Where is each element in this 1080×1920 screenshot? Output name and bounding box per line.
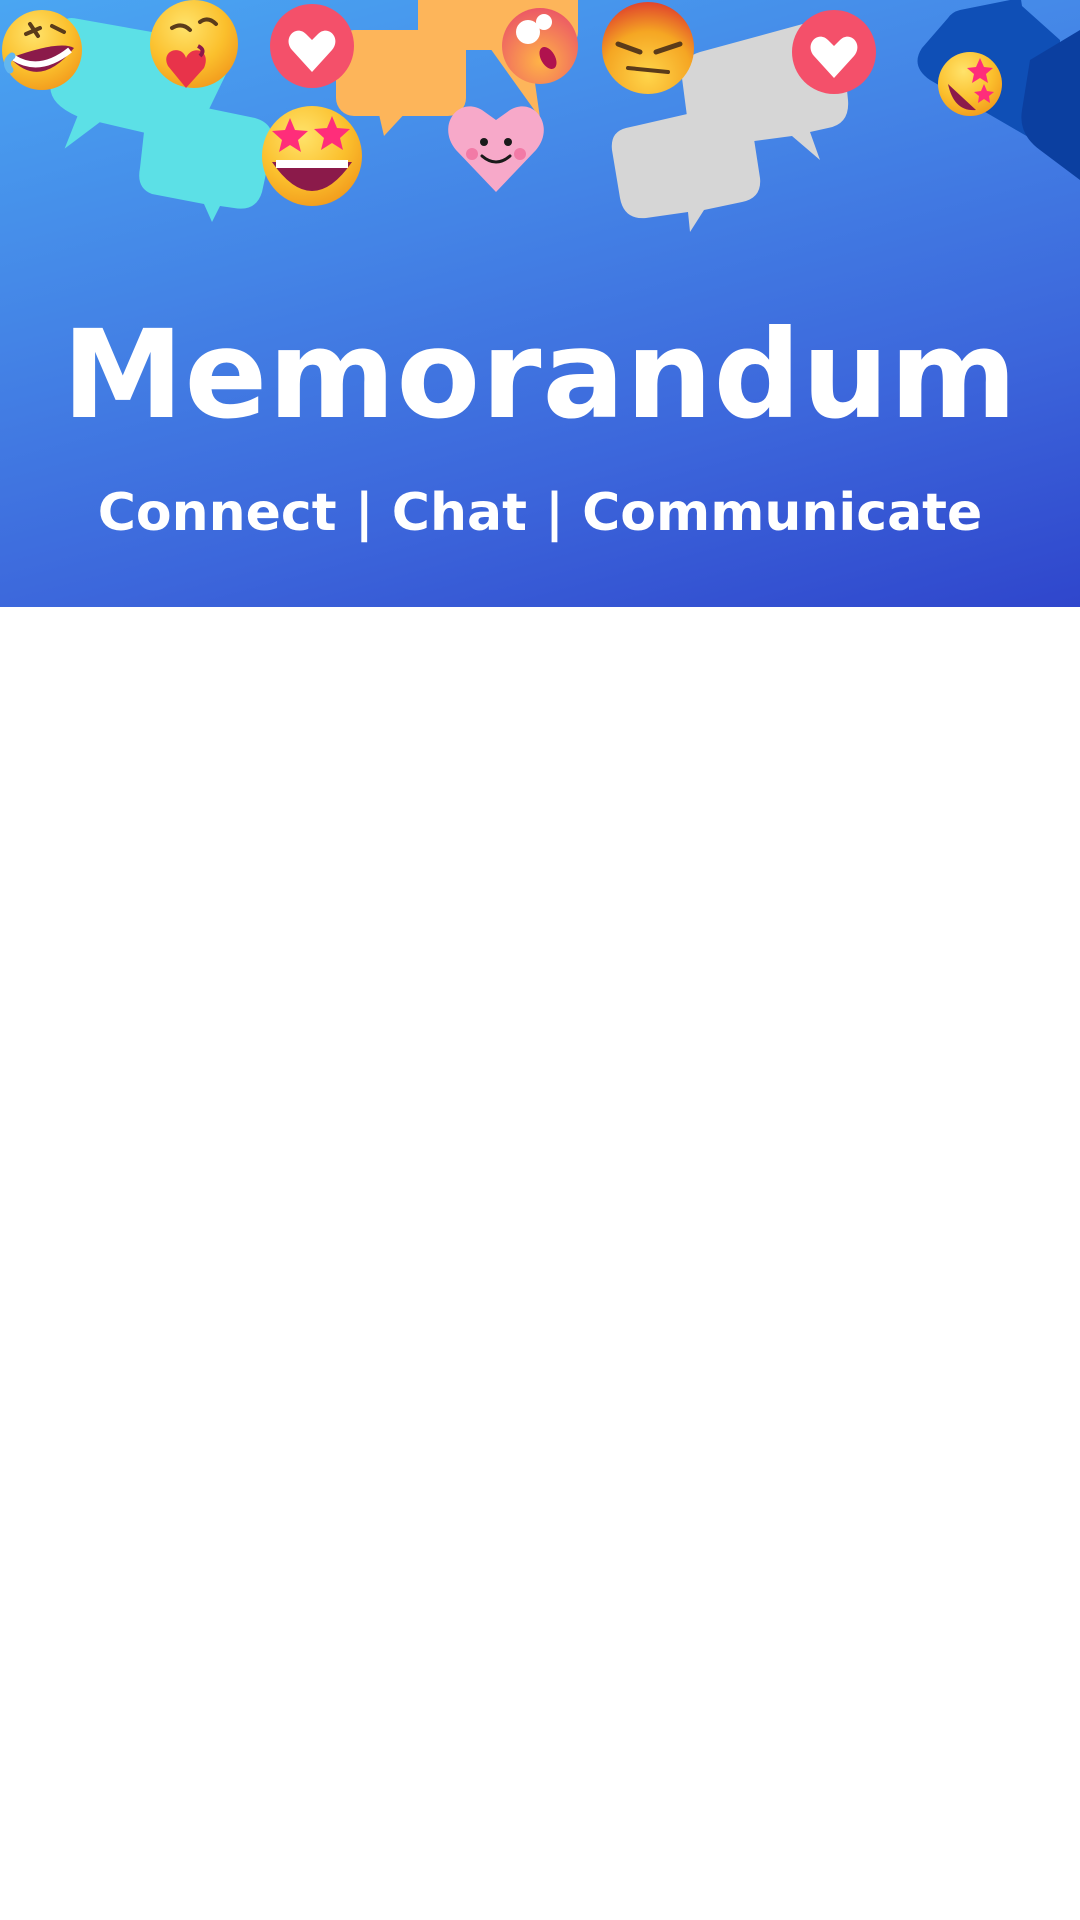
heart-icon xyxy=(792,10,876,94)
kissing-heart-emoji-icon xyxy=(150,0,238,88)
app-title: Memorandum xyxy=(62,304,1018,446)
star-struck-emoji-icon xyxy=(262,106,362,206)
smiling-heart-icon xyxy=(448,106,544,192)
unamused-emoji-icon xyxy=(602,2,694,94)
chat-bubble-icon xyxy=(336,30,466,136)
blank-content-area xyxy=(0,607,1080,1920)
chat-bubble-icon xyxy=(611,105,761,232)
app-page: Memorandum Connect | Chat | Communicate xyxy=(0,0,1080,1920)
heart-icon xyxy=(270,4,354,88)
app-tagline: Connect | Chat | Communicate xyxy=(97,483,983,543)
rolling-laughing-emoji-icon xyxy=(2,10,82,90)
star-struck-emoji-icon xyxy=(938,52,1002,116)
chat-bubble-icon xyxy=(139,97,273,222)
hero-banner: Memorandum Connect | Chat | Communicate xyxy=(0,0,1080,607)
chat-emoji-illustration xyxy=(2,0,1080,232)
shocked-emoji-icon xyxy=(502,8,578,84)
